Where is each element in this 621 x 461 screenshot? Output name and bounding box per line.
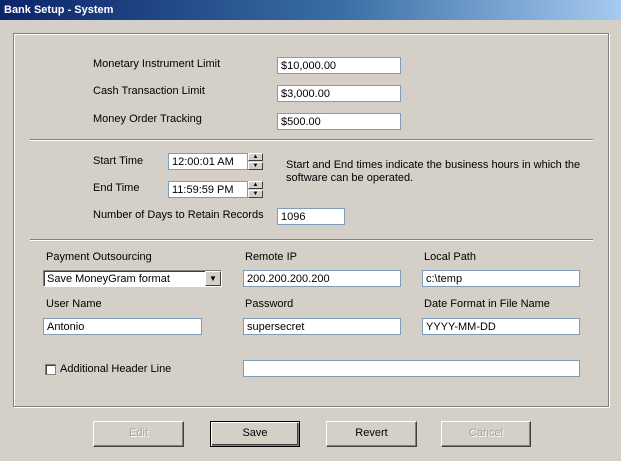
retain-records-input[interactable]: 1096	[277, 208, 345, 225]
cash-transaction-input[interactable]: $3,000.00	[277, 85, 401, 102]
save-button[interactable]: Save	[210, 421, 300, 447]
spin-up-icon[interactable]: ▲	[248, 181, 263, 189]
revert-button[interactable]: Revert	[326, 421, 417, 447]
remote-ip-input[interactable]: 200.200.200.200	[243, 270, 401, 287]
password-label: Password	[245, 298, 294, 310]
money-order-input[interactable]: $500.00	[277, 113, 401, 130]
retain-records-label: Number of Days to Retain Records	[93, 209, 264, 221]
date-format-label: Date Format in File Name	[424, 298, 550, 310]
payment-outsourcing-select[interactable]: Save MoneyGram format	[43, 270, 222, 287]
local-path-input[interactable]: c:\temp	[422, 270, 580, 287]
payment-outsourcing-value: Save MoneyGram format	[47, 273, 170, 285]
username-input[interactable]: Antonio	[43, 318, 202, 335]
additional-header-checkbox[interactable]	[45, 364, 56, 375]
additional-header-label: Additional Header Line	[60, 363, 172, 375]
money-order-label: Money Order Tracking	[93, 113, 202, 125]
chevron-down-icon[interactable]: ▼	[205, 271, 221, 286]
local-path-label: Local Path	[424, 251, 476, 263]
spin-down-icon[interactable]: ▼	[248, 162, 263, 170]
remote-ip-label: Remote IP	[245, 251, 297, 263]
separator-2	[30, 239, 593, 241]
business-hours-note: Start and End times indicate the busines…	[286, 159, 581, 184]
monetary-instrument-label: Monetary Instrument Limit	[93, 58, 221, 70]
start-time-input[interactable]: 12:00:01 AM	[168, 153, 248, 170]
spin-up-icon[interactable]: ▲	[248, 153, 263, 161]
additional-header-input[interactable]	[243, 360, 580, 377]
username-label: User Name	[46, 298, 102, 310]
password-input[interactable]: supersecret	[243, 318, 401, 335]
end-time-spinner[interactable]: ▲ ▼	[248, 181, 263, 198]
cancel-button[interactable]: Cancel	[441, 421, 531, 447]
spin-down-icon[interactable]: ▼	[248, 190, 263, 198]
window-titlebar: Bank Setup - System	[0, 0, 621, 20]
edit-button[interactable]: Edit	[93, 421, 184, 447]
monetary-instrument-input[interactable]: $10,000.00	[277, 57, 401, 74]
start-time-spinner[interactable]: ▲ ▼	[248, 153, 263, 170]
end-time-input[interactable]: 11:59:59 PM	[168, 181, 248, 198]
start-time-label: Start Time	[93, 155, 144, 167]
end-time-label: End Time	[93, 182, 140, 194]
date-format-input[interactable]: YYYY-MM-DD	[422, 318, 580, 335]
payment-outsourcing-label: Payment Outsourcing	[46, 251, 152, 263]
separator-1	[30, 139, 593, 141]
window-title: Bank Setup - System	[4, 4, 114, 16]
cash-transaction-label: Cash Transaction Limit	[93, 85, 205, 97]
